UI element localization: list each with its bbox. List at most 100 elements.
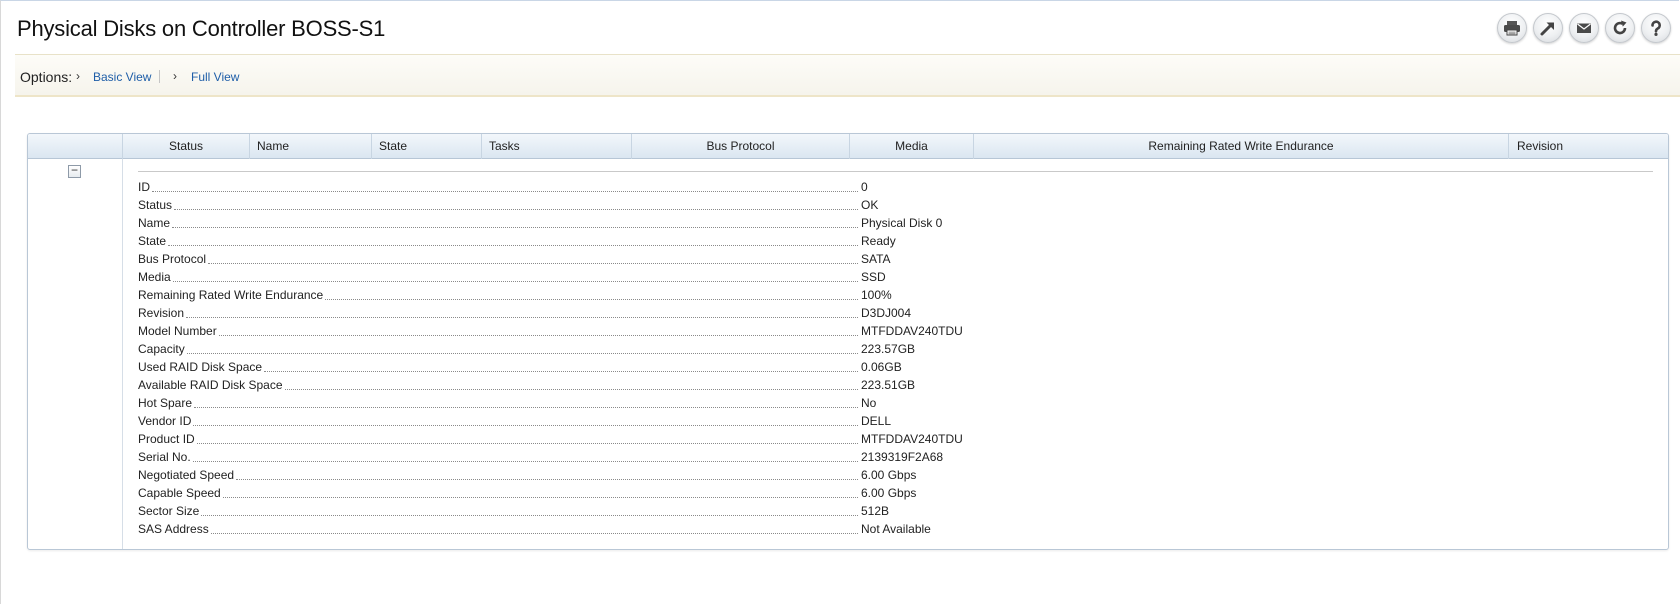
detail-label: Revision — [138, 306, 185, 320]
detail-value: SATA — [861, 252, 891, 266]
detail-value: MTFDDAV240TDU — [861, 324, 963, 338]
dotted-leader — [152, 190, 858, 192]
column-divider — [122, 159, 123, 549]
detail-row: State Ready — [138, 232, 1653, 250]
detail-value: 6.00 Gbps — [861, 486, 917, 500]
detail-label-wrap: Product ID — [138, 430, 860, 448]
export-button[interactable] — [1533, 13, 1563, 43]
detail-label: Used RAID Disk Space — [138, 360, 263, 374]
detail-value: Not Available — [861, 522, 931, 536]
detail-value: 223.51GB — [861, 378, 916, 392]
detail-value: 6.00 Gbps — [861, 468, 917, 482]
dotted-leader — [186, 352, 858, 354]
detail-label: Model Number — [138, 324, 217, 338]
chevron-right-icon: › — [76, 69, 80, 83]
column-header-media[interactable]: Media — [849, 134, 973, 159]
detail-label: Media — [138, 270, 171, 284]
dotted-leader — [201, 514, 858, 516]
export-icon — [1540, 22, 1554, 36]
refresh-icon — [1613, 20, 1627, 35]
detail-row: Vendor ID DELL — [138, 412, 1653, 430]
detail-label-wrap: Hot Spare — [138, 394, 860, 412]
detail-label-wrap: Capable Speed — [138, 484, 860, 502]
detail-row: Hot Spare No — [138, 394, 1653, 412]
refresh-button[interactable] — [1605, 13, 1635, 43]
detail-value: MTFDDAV240TDU — [861, 432, 963, 446]
detail-label-wrap: Available RAID Disk Space — [138, 376, 860, 394]
detail-label-wrap: Used RAID Disk Space — [138, 358, 860, 376]
options-label: Options: — [20, 69, 73, 85]
detail-label-wrap: Model Number — [138, 322, 860, 340]
dotted-leader — [325, 298, 858, 300]
detail-label: Bus Protocol — [138, 252, 207, 266]
email-icon — [1577, 23, 1591, 33]
detail-row: Capable Speed 6.00 Gbps — [138, 484, 1653, 502]
detail-value: 0 — [861, 180, 868, 194]
dotted-leader — [264, 370, 858, 372]
options-separator — [159, 70, 160, 83]
email-button[interactable] — [1569, 13, 1599, 43]
detail-label: Sector Size — [138, 504, 200, 518]
column-header-name[interactable]: Name — [249, 134, 371, 159]
dotted-leader — [236, 478, 858, 480]
dotted-leader — [284, 388, 858, 390]
detail-row: SAS Address Not Available — [138, 520, 1653, 538]
detail-label: Remaining Rated Write Endurance — [138, 288, 324, 302]
detail-row: ID 0 — [138, 178, 1653, 196]
detail-value: No — [861, 396, 877, 410]
detail-value: SSD — [861, 270, 886, 284]
detail-label: Product ID — [138, 432, 195, 446]
physical-disks-table: Status Name State Tasks Bus Protocol Med… — [27, 133, 1669, 550]
detail-row: Used RAID Disk Space 0.06GB — [138, 358, 1653, 376]
detail-value: Physical Disk 0 — [861, 216, 943, 230]
dotted-leader — [210, 532, 858, 534]
table-header: Status Name State Tasks Bus Protocol Med… — [28, 134, 1668, 159]
detail-value: DELL — [861, 414, 892, 428]
dotted-leader — [196, 442, 858, 444]
detail-row: Available RAID Disk Space 223.51GB — [138, 376, 1653, 394]
options-bar: Options: › Basic View › Full View — [15, 54, 1680, 97]
detail-value: 223.57GB — [861, 342, 916, 356]
detail-label-wrap: Media — [138, 268, 860, 286]
detail-label: Negotiated Speed — [138, 468, 235, 482]
dotted-leader — [194, 406, 858, 408]
column-header-bus-protocol[interactable]: Bus Protocol — [631, 134, 849, 159]
disk-detail-list: ID 0 Status OK Name Physical Disk 0 State Ready… — [138, 178, 1653, 538]
detail-row: Name Physical Disk 0 — [138, 214, 1653, 232]
dotted-leader — [222, 496, 858, 498]
detail-label-wrap: Capacity — [138, 340, 860, 358]
dotted-leader — [208, 262, 858, 264]
column-header-status[interactable]: Status — [122, 134, 249, 159]
dotted-leader — [186, 316, 858, 318]
detail-label: Available RAID Disk Space — [138, 378, 283, 392]
detail-label: Name — [138, 216, 171, 230]
detail-row: Serial No. 2139319F2A68 — [138, 448, 1653, 466]
detail-row: Bus Protocol SATA — [138, 250, 1653, 268]
detail-label: Status — [138, 198, 173, 212]
basic-view-link[interactable]: Basic View — [93, 70, 151, 84]
detail-label: Serial No. — [138, 450, 191, 464]
detail-row: Model Number MTFDDAV240TDU — [138, 322, 1653, 340]
full-view-link[interactable]: Full View — [191, 70, 239, 84]
detail-label: Vendor ID — [138, 414, 192, 428]
collapse-row-button[interactable]: − — [68, 164, 81, 178]
column-header-revision[interactable]: Revision — [1508, 134, 1668, 159]
detail-value: OK — [861, 198, 879, 212]
column-header-state[interactable]: State — [371, 134, 481, 159]
column-header-tasks[interactable]: Tasks — [481, 134, 631, 159]
detail-label: Capacity — [138, 342, 185, 356]
print-button[interactable] — [1497, 13, 1527, 43]
dotted-leader — [172, 226, 858, 228]
detail-row: Status OK — [138, 196, 1653, 214]
detail-value: Ready — [861, 234, 896, 248]
chevron-right-icon: › — [173, 69, 177, 83]
detail-row: Media SSD — [138, 268, 1653, 286]
dotted-leader — [174, 208, 858, 210]
column-header-remaining-endurance[interactable]: Remaining Rated Write Endurance — [973, 134, 1508, 159]
page-title: Physical Disks on Controller BOSS-S1 — [17, 16, 386, 41]
detail-row: Capacity 223.57GB — [138, 340, 1653, 358]
detail-divider — [138, 171, 1653, 172]
detail-label-wrap: Name — [138, 214, 860, 232]
help-button[interactable] — [1641, 13, 1671, 43]
help-icon — [1651, 20, 1661, 36]
